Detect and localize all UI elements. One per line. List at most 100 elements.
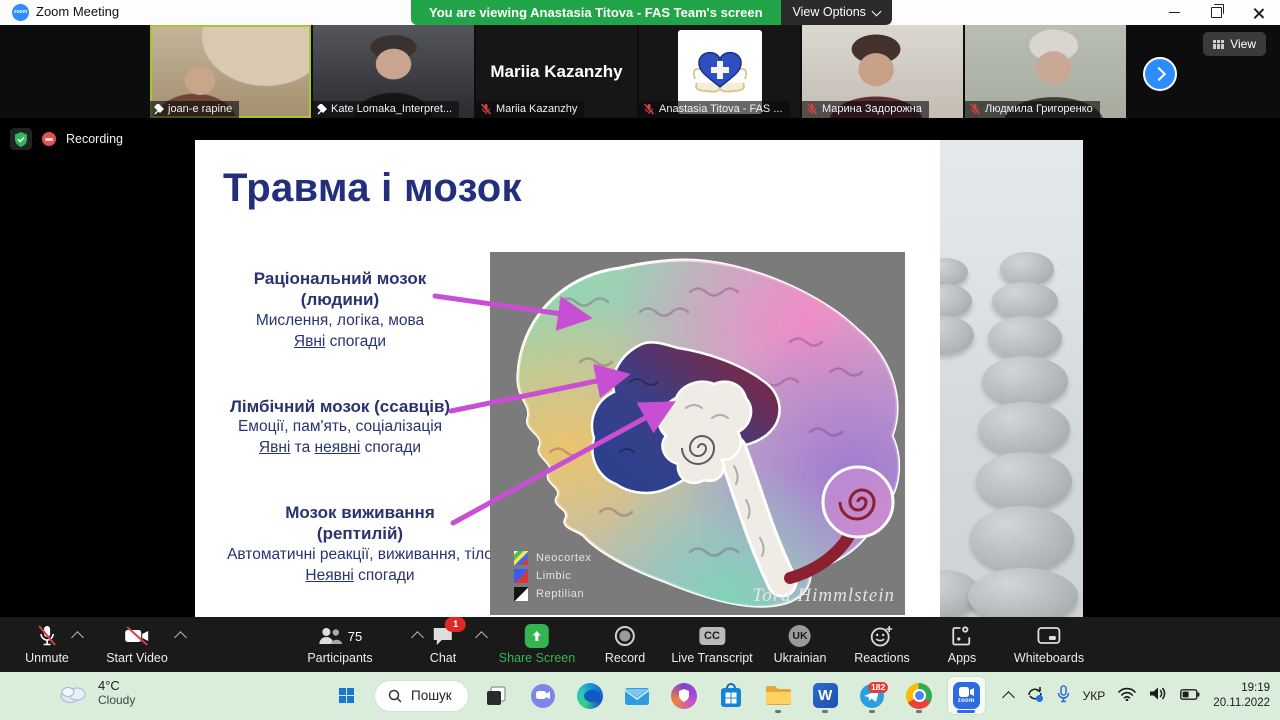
sync-tray-icon[interactable]: [1026, 685, 1044, 708]
start-video-label: Start Video: [106, 651, 168, 665]
minimize-icon: [1168, 11, 1180, 14]
video-tile-kate[interactable]: Kate Lomaka_Interpret...: [313, 25, 474, 118]
mail-button[interactable]: [619, 677, 656, 714]
view-layout-button[interactable]: View: [1203, 32, 1266, 56]
video-strip: joan-e rapine Kate Lomaka_Interpret... M…: [0, 25, 1280, 118]
unmute-button[interactable]: Unmute: [25, 623, 69, 665]
battery-icon[interactable]: [1180, 687, 1200, 705]
chat-app-icon: [531, 683, 556, 708]
avast-icon: [671, 682, 698, 709]
reactions-label: Reactions: [854, 651, 910, 665]
running-indicator: [775, 710, 782, 713]
pin-icon: [317, 103, 327, 114]
chat-label: Chat: [429, 651, 457, 665]
language-indicator[interactable]: УКР: [1083, 689, 1106, 703]
whiteboards-button[interactable]: Whiteboards: [1014, 623, 1084, 665]
cloud-icon: [60, 686, 86, 703]
legend-row-neocortex: Neocortex: [514, 551, 592, 565]
record-label: Record: [604, 651, 646, 665]
video-tile-maryna[interactable]: Марина Задорожна: [802, 25, 963, 118]
limbic-swatch-icon: [514, 569, 528, 583]
start-button[interactable]: [328, 677, 365, 714]
start-video-button[interactable]: Start Video: [106, 623, 168, 665]
store-icon: [721, 682, 742, 707]
weather-condition: Cloudy: [98, 693, 136, 707]
slide-block-limbic: Лімбічний мозок (ссавців) Емоції, пам'ят…: [229, 397, 451, 457]
ms-chat-button[interactable]: [525, 677, 562, 714]
shared-screen-slide: Травма і мозок Раціональний мозок (людини…: [195, 140, 1083, 617]
edge-button[interactable]: [572, 677, 609, 714]
mic-tray-icon[interactable]: [1057, 684, 1070, 708]
telegram-button[interactable]: 182: [854, 677, 891, 714]
recording-pause-button[interactable]: [42, 132, 56, 146]
participant-name-tag: Марина Задорожна: [802, 101, 929, 118]
system-tray: УКР 19:19 20.11.2022: [1001, 672, 1270, 720]
taskbar-clock[interactable]: 19:19 20.11.2022: [1213, 681, 1270, 711]
telegram-icon: 182: [859, 681, 889, 709]
chat-button[interactable]: 1 Chat: [429, 617, 467, 665]
brain-legend: Neocortex Limbic Reptilian: [514, 551, 592, 601]
weather-widget[interactable]: 4°C Cloudy: [58, 678, 135, 707]
unmute-label: Unmute: [25, 651, 69, 665]
reactions-button[interactable]: Reactions: [854, 623, 910, 665]
screen-share-banner: You are viewing Anastasia Titova - FAS T…: [411, 0, 892, 25]
interpretation-button[interactable]: UK Ukrainian: [774, 623, 826, 665]
share-screen-label: Share Screen: [498, 651, 576, 665]
record-button[interactable]: Record: [605, 623, 645, 665]
word-button[interactable]: W: [807, 677, 844, 714]
slide-block-survival: Мозок виживання (рептилій) Автоматичні ре…: [227, 503, 493, 584]
participant-display-name: Mariia Kazanzhy: [490, 61, 623, 81]
live-transcript-button[interactable]: CC Live Transcript: [671, 623, 753, 665]
video-tile-joan[interactable]: joan-e rapine: [150, 25, 311, 118]
close-button[interactable]: [1238, 0, 1278, 25]
window-title: Zoom Meeting: [36, 4, 120, 19]
hidden-icons-chevron[interactable]: [1001, 691, 1015, 704]
zoom-wordmark: zoom: [957, 698, 975, 704]
mic-muted-icon: [38, 625, 56, 646]
folder-icon: [765, 686, 791, 705]
participant-name-tag: Mariia Kazanzhy: [476, 101, 585, 118]
chat-options-chevron[interactable]: [475, 631, 488, 644]
participants-button[interactable]: 75 Participants: [307, 623, 373, 665]
wifi-icon[interactable]: [1118, 687, 1137, 706]
reactions-smiley-icon: [870, 626, 892, 647]
chevron-down-icon: [871, 6, 882, 16]
volume-icon[interactable]: [1149, 686, 1167, 706]
video-tile-anastasia[interactable]: Anastasia Titova - FAS ...: [639, 25, 800, 118]
zoom-taskbar-button[interactable]: zoom: [947, 677, 985, 714]
running-indicator-active: [957, 710, 976, 713]
video-options-chevron[interactable]: [174, 631, 187, 644]
legend-row-reptilian: Reptilian: [514, 587, 592, 601]
mic-muted-icon: [806, 103, 818, 115]
participants-options-chevron[interactable]: [411, 631, 424, 644]
video-tile-mariia[interactable]: Mariia Kazanzhy Mariia Kazanzhy: [476, 25, 637, 118]
task-view-button[interactable]: [478, 677, 515, 714]
taskbar-search[interactable]: Пошук: [375, 680, 468, 711]
participant-name: Марина Задорожна: [822, 103, 922, 115]
file-explorer-button[interactable]: [760, 677, 797, 714]
next-participants-button[interactable]: [1143, 57, 1177, 91]
unmute-options-chevron[interactable]: [71, 631, 84, 644]
chat-badge: 1: [445, 617, 467, 632]
view-options-button[interactable]: View Options: [780, 0, 892, 25]
participant-name-tag: Anastasia Titova - FAS ...: [639, 101, 790, 118]
video-tile-liudmyla[interactable]: Людмила Григоренко: [965, 25, 1126, 118]
telegram-badge: 182: [868, 681, 889, 693]
ms-store-button[interactable]: [713, 677, 750, 714]
slide-block-rational: Раціональний мозок (людини) Мислення, лог…: [253, 269, 427, 350]
artist-signature: Tora Himmlstein: [752, 585, 895, 606]
search-icon: [388, 689, 402, 703]
time-label: 19:19: [1241, 682, 1270, 695]
participant-name: Людмила Григоренко: [985, 103, 1093, 115]
running-indicator: [822, 710, 829, 713]
participant-name: joan-e rapine: [168, 103, 233, 115]
meeting-toolbar: Unmute Start Video 75 Participants 1 Cha…: [0, 617, 1280, 672]
avast-browser-button[interactable]: [666, 677, 703, 714]
restore-icon: [1210, 4, 1224, 18]
minimize-button[interactable]: [1154, 0, 1194, 25]
chrome-button[interactable]: [901, 677, 938, 714]
share-screen-button[interactable]: Share Screen: [499, 623, 575, 665]
search-label: Пошук: [411, 688, 452, 703]
apps-button[interactable]: Apps: [948, 623, 976, 665]
restore-button[interactable]: [1196, 0, 1236, 25]
